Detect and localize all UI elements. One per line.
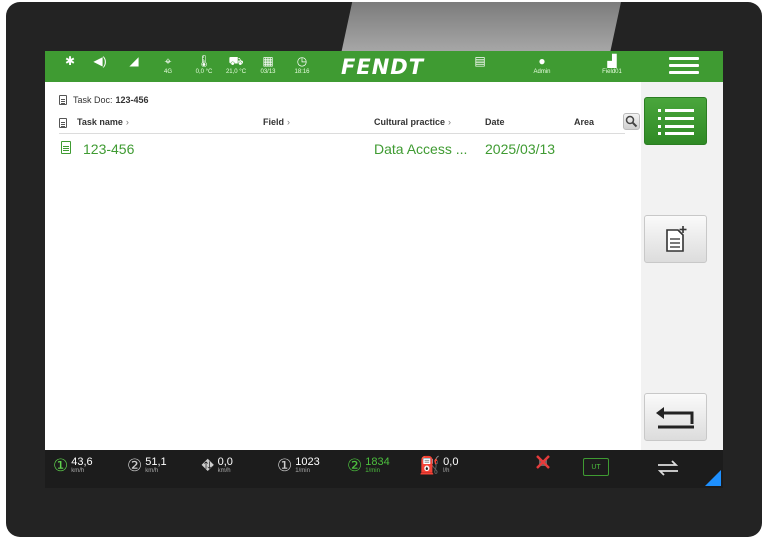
pto-1-speed: ① 1023 1/min bbox=[277, 456, 320, 475]
signal-icon: ◢ bbox=[129, 54, 139, 68]
bottom-status-bar: ① 43,6 km/h ② 51,1 km/h ⛖ 0,0 km/h ① 1023 1/… bbox=[45, 450, 723, 488]
volume-icon[interactable]: ◀) bbox=[85, 54, 115, 68]
wheel-speed-1: ① 43,6 km/h bbox=[53, 456, 93, 475]
list-view-icon bbox=[657, 109, 694, 135]
fuel-icon: ⛽ bbox=[419, 456, 441, 475]
terminal-screen: ✱ ◀) ◢ ⌖ 4G 🌡 0,0 °C ⛟ 21,0 °C ▦ 03/13 ◷… bbox=[45, 51, 723, 488]
document-icon[interactable]: ▤ bbox=[465, 54, 495, 68]
speed-2-icon: ② bbox=[127, 456, 143, 475]
speed-1-icon: ① bbox=[53, 456, 69, 475]
screen-glare bbox=[341, 2, 621, 54]
sort-chevron-icon: › bbox=[125, 117, 129, 127]
status-bar: ✱ ◀) ◢ ⌖ 4G 🌡 0,0 °C ⛟ 21,0 °C ▦ 03/13 ◷… bbox=[45, 51, 723, 82]
cell-cultural-practice: Data Access ... bbox=[374, 141, 468, 157]
list-view-button[interactable] bbox=[644, 97, 707, 145]
task-list-panel: Task Doc: 123-456 Task name › Field › Cult… bbox=[53, 89, 641, 443]
task-doc-icon bbox=[61, 141, 71, 154]
clock-icon: ◷ 18:16 bbox=[294, 54, 310, 75]
wheel-speed-2: ② 51,1 km/h bbox=[127, 456, 167, 475]
header-date[interactable]: Date bbox=[485, 117, 505, 127]
task-doc-label: Task Doc: bbox=[73, 95, 113, 105]
task-doc-icon bbox=[59, 95, 67, 105]
field-label: Field01 bbox=[602, 69, 622, 75]
header-field[interactable]: Field › bbox=[263, 117, 290, 127]
disconnected-icon bbox=[536, 455, 550, 469]
user-label: Admin bbox=[533, 69, 551, 75]
ground-speed: ⛖ 0,0 km/h bbox=[201, 456, 233, 475]
swap-arrows-icon[interactable] bbox=[655, 458, 681, 478]
cell-date: 2025/03/13 bbox=[485, 141, 556, 157]
fuel-consumption: ⛽ 0,0 l/h bbox=[419, 456, 459, 475]
hamburger-menu-icon[interactable] bbox=[669, 57, 699, 77]
ut-button[interactable]: UT bbox=[583, 458, 609, 476]
user-status[interactable]: ● Admin bbox=[527, 54, 557, 76]
field-status[interactable]: ▟ Field01 bbox=[597, 54, 627, 76]
tractor-temp-icon: ⛟ 21,0 °C bbox=[225, 54, 247, 75]
pto-1-icon: ① bbox=[277, 456, 293, 475]
bluetooth-icon[interactable]: ✱ bbox=[55, 54, 85, 68]
sort-chevron-icon: › bbox=[448, 117, 452, 127]
terminal-device: ✱ ◀) ◢ ⌖ 4G 🌡 0,0 °C ⛟ 21,0 °C ▦ 03/13 ◷… bbox=[6, 2, 762, 537]
header-area[interactable]: Area bbox=[574, 117, 594, 127]
back-arrow-icon bbox=[655, 407, 694, 429]
search-icon bbox=[625, 115, 638, 128]
task-doc-line: Task Doc: 123-456 bbox=[59, 95, 149, 105]
task-doc-name: 123-456 bbox=[115, 95, 149, 105]
ut-label: UT bbox=[591, 463, 601, 471]
pto-2-speed: ② 1834 1/min bbox=[347, 456, 390, 475]
header-cultural-practice[interactable]: Cultural practice › bbox=[374, 117, 451, 127]
pto-2-icon: ② bbox=[347, 456, 363, 475]
header-task-name[interactable]: Task name › bbox=[77, 117, 129, 127]
user-icon: ● bbox=[538, 54, 546, 68]
new-document-icon bbox=[665, 226, 686, 252]
sort-chevron-icon: › bbox=[287, 117, 291, 127]
cell-task-name: 123-456 bbox=[83, 141, 135, 157]
header-doc-icon bbox=[59, 118, 67, 128]
field-icon: ▟ bbox=[607, 54, 617, 68]
brand-logo: FENDT bbox=[341, 55, 425, 79]
search-button[interactable] bbox=[623, 113, 640, 130]
corner-accent-icon bbox=[705, 470, 721, 486]
back-button[interactable] bbox=[644, 393, 707, 441]
calendar-icon: ▦ 03/13 bbox=[260, 54, 276, 75]
gps-icon[interactable]: ⌖ 4G bbox=[153, 54, 183, 76]
header-divider bbox=[59, 133, 625, 134]
ground-speed-icon: ⛖ bbox=[201, 456, 215, 475]
table-row[interactable]: 123-456 Data Access ... 2025/03/13 bbox=[53, 139, 641, 159]
new-document-button[interactable] bbox=[644, 215, 707, 263]
side-toolbar bbox=[641, 82, 723, 450]
thermometer-icon: 🌡 0,0 °C bbox=[195, 54, 213, 75]
